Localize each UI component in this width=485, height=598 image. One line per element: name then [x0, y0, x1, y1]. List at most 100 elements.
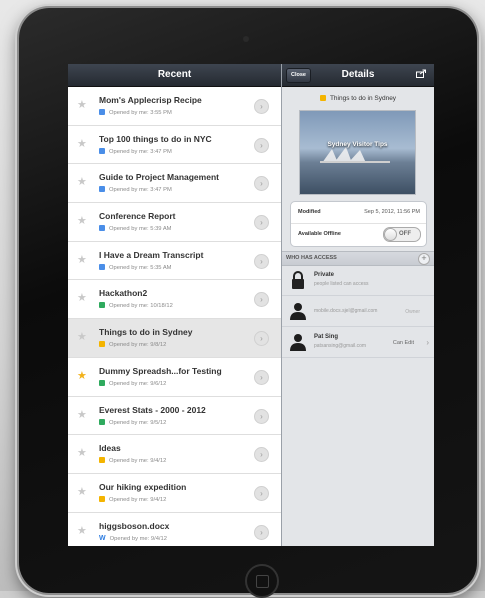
access-role: Owner — [405, 309, 420, 315]
item-title: Conference Report — [99, 211, 176, 222]
details-chevron-icon[interactable]: › — [254, 253, 269, 269]
access-name: Private — [314, 272, 335, 278]
lock-icon — [290, 271, 306, 289]
details-chevron-icon[interactable]: › — [254, 137, 269, 153]
star-icon[interactable]: ★ — [77, 448, 87, 459]
star-icon[interactable]: ★ — [77, 177, 87, 188]
thumbnail-text: Sydney Visitor Tips — [327, 141, 388, 148]
list-item[interactable]: ★ higgsboson.docx W Opened by me: 9/4/12 › — [68, 512, 281, 546]
list-item[interactable]: ★ Things to do in Sydney Opened by me: 9/8… — [68, 319, 281, 358]
details-chevron-icon[interactable]: › — [254, 215, 269, 231]
item-title: Things to do in Sydney — [99, 327, 193, 338]
file-icon: W — [99, 534, 106, 542]
star-icon[interactable]: ★ — [77, 409, 87, 421]
list-item[interactable]: ★ Top 100 things to do in NYC Opened by me… — [68, 125, 281, 165]
access-row[interactable]: Private people listed can access — [282, 265, 434, 296]
item-subtitle: Opened by me: 3:47 PM — [99, 186, 172, 193]
list-item[interactable]: ★ Conference Report Opened by me: 5:39 AM › — [68, 203, 281, 242]
item-subtitle: Opened by me: 9/8/12 — [99, 341, 166, 348]
item-title: Mom's Applecrisp Recipe — [99, 95, 202, 105]
details-chevron-icon[interactable]: › — [254, 176, 269, 192]
home-button[interactable] — [245, 564, 279, 598]
item-title: Everest Stats - 2000 - 2012 — [99, 404, 206, 415]
details-chevron-icon[interactable]: › — [254, 369, 269, 385]
star-icon[interactable]: ★ — [77, 293, 87, 304]
document-title: Things to do in Sydney — [282, 95, 434, 102]
item-title: I Have a Dream Transcript — [99, 249, 204, 260]
item-title: Ideas — [99, 443, 121, 454]
document-title-text: Things to do in Sydney — [329, 95, 397, 102]
document-icon — [99, 186, 105, 193]
access-row[interactable]: mobile.docs.sjel@gmail.com Owner — [282, 296, 434, 327]
details-chevron-icon[interactable]: › — [254, 292, 269, 308]
spreadsheet-icon — [99, 302, 105, 309]
item-subtitle: Opened by me: 3:55 PM — [99, 109, 172, 116]
details-chevron-icon[interactable]: › — [254, 408, 269, 424]
presentation-icon — [99, 495, 105, 502]
access-role: Can Edit — [392, 340, 414, 346]
modified-label: Modified — [298, 209, 321, 215]
star-icon[interactable]: ★ — [77, 138, 87, 150]
list-item[interactable]: ★ Dummy Spreadsh...for Testing Opened by m… — [68, 357, 281, 397]
offline-label: Available Offline — [298, 231, 341, 237]
person-icon — [290, 302, 306, 320]
item-subtitle: Opened by me: 9/4/12 — [99, 495, 166, 503]
star-icon[interactable]: ★ — [77, 525, 87, 537]
details-title-bar: Close Details — [282, 64, 434, 87]
presentation-icon — [99, 341, 105, 348]
details-chevron-icon[interactable]: › — [254, 99, 269, 114]
item-subtitle: Opened by me: 9/5/12 — [99, 418, 166, 426]
item-title: Dummy Spreadsh...for Testing — [99, 365, 222, 376]
list-item[interactable]: ★ Everest Stats - 2000 - 2012 Opened by me… — [68, 396, 281, 436]
toggle-knob — [384, 228, 397, 241]
spreadsheet-icon — [99, 379, 105, 386]
list-item[interactable]: ★ Guide to Project Management Opened by me… — [68, 164, 281, 204]
list-item[interactable]: ★ Hackathon2 Opened by me: 10/18/12 › — [68, 280, 281, 320]
details-chevron-icon[interactable]: › — [254, 331, 269, 347]
access-detail: people listed can access — [314, 281, 369, 287]
star-icon[interactable]: ★ — [77, 370, 87, 382]
item-title: Guide to Project Management — [99, 172, 219, 183]
list-item[interactable]: ★ I Have a Dream Transcript Opened by me: … — [68, 241, 281, 281]
details-pane: Close Details Things to do in Sydney Syd… — [282, 64, 434, 546]
toggle-state: OFF — [399, 231, 411, 237]
presentation-icon — [319, 95, 326, 101]
chevron-right-icon[interactable]: › — [426, 338, 429, 347]
spreadsheet-icon — [99, 418, 105, 425]
document-thumbnail[interactable]: Sydney Visitor Tips — [299, 110, 416, 195]
list-item[interactable]: ★ Ideas Opened by me: 9/4/12 › — [68, 435, 281, 474]
access-detail: mobile.docs.sjel@gmail.com — [314, 308, 378, 314]
details-title: Details — [341, 69, 375, 80]
star-icon[interactable]: ★ — [77, 100, 87, 111]
access-header-label: WHO HAS ACCESS — [286, 255, 337, 261]
details-chevron-icon[interactable]: › — [254, 447, 269, 463]
list-item[interactable]: ★ Mom's Applecrisp Recipe Opened by me: 3:… — [68, 87, 281, 126]
details-chevron-icon[interactable]: › — [254, 485, 269, 501]
recent-pane: Recent ★ Mom's Applecrisp Recipe Opened by… — [68, 64, 282, 546]
item-subtitle: Opened by me: 9/6/12 — [99, 379, 166, 387]
access-name: Pat Sing — [314, 334, 339, 340]
divider — [291, 223, 426, 224]
app-screen: Recent ★ Mom's Applecrisp Recipe Opened by… — [68, 64, 434, 546]
add-person-icon[interactable]: + — [418, 253, 430, 265]
offline-toggle[interactable]: OFF — [383, 227, 421, 242]
star-icon[interactable]: ★ — [77, 216, 87, 227]
item-subtitle: Opened by me: 3:47 PM — [99, 147, 172, 155]
star-icon[interactable]: ★ — [77, 486, 87, 498]
document-icon — [99, 263, 105, 270]
item-subtitle: Opened by me: 5:39 AM — [99, 225, 172, 232]
access-header: WHO HAS ACCESS + — [282, 251, 434, 266]
access-row[interactable]: Pat Sing patsansing@gmail.com Can Edit › — [282, 327, 434, 358]
star-icon[interactable]: ★ — [77, 332, 87, 343]
list-item[interactable]: ★ Our hiking expedition Opened by me: 9/4/… — [68, 473, 281, 513]
star-icon[interactable]: ★ — [77, 254, 87, 266]
document-icon — [99, 109, 105, 115]
person-icon — [290, 333, 306, 351]
document-icon — [99, 147, 105, 154]
item-subtitle: Opened by me: 10/18/12 — [99, 302, 173, 309]
share-icon[interactable] — [416, 69, 427, 78]
details-chevron-icon[interactable]: › — [254, 524, 269, 540]
camera — [243, 36, 249, 42]
item-title: Top 100 things to do in NYC — [99, 133, 212, 144]
item-subtitle: Opened by me: 9/4/12 — [99, 457, 166, 464]
